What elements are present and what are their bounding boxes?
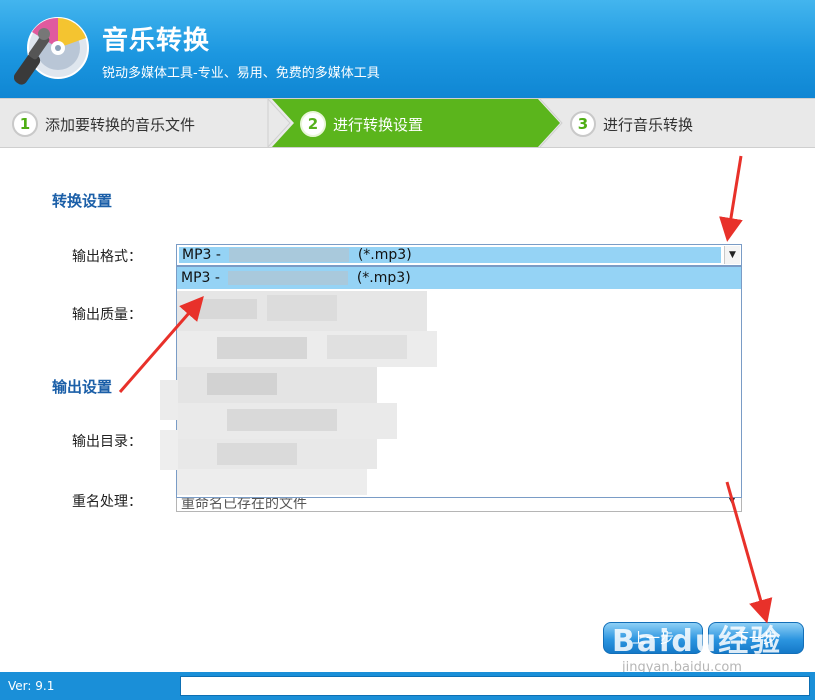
pixelated-redaction (229, 248, 350, 262)
pixelated-redaction (160, 380, 178, 470)
version-label: Ver: 9.1 (8, 679, 55, 693)
output-settings-title: 输出设置 (52, 378, 113, 396)
pixelated-redaction (228, 271, 349, 285)
wizard-steps: 1 添加要转换的音乐文件 2 进行转换设置 3 进行音乐转换 (0, 98, 815, 148)
progress-bar (180, 676, 810, 696)
annotation-arrow (719, 155, 743, 242)
music-disc-icon (14, 17, 89, 85)
output-format-label: 输出格式： (72, 249, 142, 265)
step-label: 进行音乐转换 (603, 115, 694, 134)
output-format-select[interactable]: MP3 - (*.mp3) ▼ (176, 244, 742, 266)
step-label: 添加要转换的音乐文件 (45, 115, 196, 134)
step-settings: 2 进行转换设置 (300, 99, 423, 149)
app-header: 音乐转换 锐动多媒体工具-专业、易用、免费的多媒体工具 (0, 0, 815, 98)
rename-label: 重名处理： (72, 494, 142, 510)
format-dropdown-list[interactable]: MP3 - (*.mp3) (176, 266, 742, 498)
output-dir-label: 输出目录： (72, 434, 142, 450)
output-format-value: MP3 - (*.mp3) (179, 247, 721, 263)
step-number: 2 (300, 111, 326, 137)
dropdown-option-mp3[interactable]: MP3 - (*.mp3) (177, 267, 741, 289)
conversion-settings-title: 转换设置 (52, 192, 113, 210)
status-bar: Ver: 9.1 (0, 672, 815, 700)
step-add-files: 1 添加要转换的音乐文件 (12, 99, 195, 149)
step-convert: 3 进行音乐转换 (570, 99, 693, 149)
step-label: 进行转换设置 (333, 115, 424, 134)
pixelated-redaction (177, 291, 437, 495)
app-subtitle: 锐动多媒体工具-专业、易用、免费的多媒体工具 (102, 66, 380, 81)
app-title: 音乐转换 (102, 26, 211, 56)
chevron-down-icon[interactable]: ▼ (724, 246, 740, 264)
step-number: 1 (12, 111, 38, 137)
step-number: 3 (570, 111, 596, 137)
watermark-logo: Baidu经验 (612, 624, 783, 659)
output-quality-label: 输出质量： (72, 307, 142, 323)
